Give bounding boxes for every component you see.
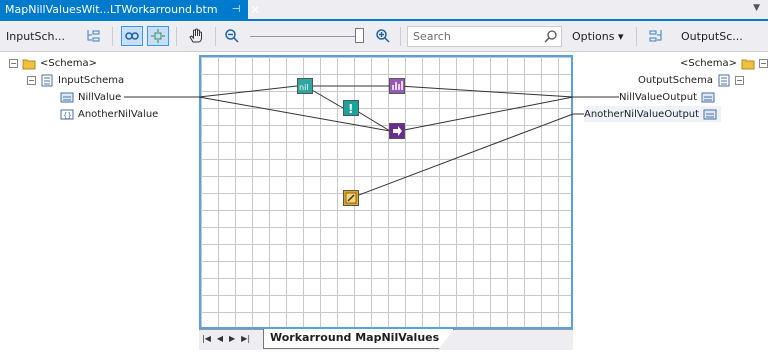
scripting-functoid-icon[interactable]: [389, 78, 405, 94]
toolbar-separator: [176, 27, 177, 46]
link-scripting-to-output: [398, 85, 574, 98]
output-schema-button[interactable]: OutputSc...: [681, 26, 743, 46]
toolbar-separator: [400, 27, 401, 46]
previous-page-icon[interactable]: ◀: [217, 334, 223, 343]
link-value-mapping-to-output: [398, 96, 574, 132]
collapse-schema-icon[interactable]: [645, 26, 667, 46]
value-mapping-functoid-icon[interactable]: [389, 123, 405, 139]
search-icon[interactable]: [544, 29, 558, 49]
link-by-structure-icon[interactable]: [121, 26, 143, 46]
xslt-script-functoid-icon[interactable]: [343, 190, 359, 206]
expand-schema-icon[interactable]: [82, 26, 104, 46]
first-page-icon[interactable]: |◀: [202, 334, 211, 343]
document-tab-title: MapNillValuesWit...LTWorkarround.btm: [5, 3, 218, 16]
auto-scroll-icon[interactable]: [147, 26, 169, 46]
pin-icon[interactable]: ⊣: [232, 4, 241, 15]
tab-list-dropdown-icon[interactable]: ▼: [753, 3, 760, 13]
mapper-surface: − <Schema> − InputSchema NillValue {} An…: [0, 52, 768, 355]
mapper-toolbar: InputSch... Search Options ▾ OutputSc...: [0, 21, 768, 52]
grid-page-tabbar: |◀ ◀ ▶ ▶| Workarround MapNilValues: [199, 329, 573, 350]
grid-page-tab[interactable]: Workarround MapNilValues: [263, 329, 455, 349]
close-icon[interactable]: ✕: [250, 3, 260, 17]
zoom-out-icon[interactable]: [221, 26, 243, 46]
pan-hand-icon[interactable]: [185, 26, 207, 46]
search-input[interactable]: Search: [407, 26, 562, 47]
document-tabstrip: MapNillValuesWit...LTWorkarround.btm ⊣ ✕…: [0, 0, 768, 21]
search-placeholder: Search: [413, 30, 451, 43]
document-tab[interactable]: MapNillValuesWit...LTWorkarround.btm ⊣ ✕: [0, 0, 260, 19]
options-dropdown[interactable]: Options ▾: [572, 26, 623, 46]
zoom-slider-thumb[interactable]: [355, 28, 364, 43]
toolbar-separator: [112, 27, 113, 46]
svg-text:!: !: [348, 102, 353, 115]
link-to-logical-functoid: [198, 85, 298, 98]
zoom-in-icon[interactable]: [372, 26, 394, 46]
next-page-icon[interactable]: ▶: [229, 334, 235, 343]
link-script-to-anotheroutput: [350, 113, 574, 199]
input-schema-button[interactable]: InputSch...: [6, 26, 65, 46]
last-page-icon[interactable]: ▶|: [241, 334, 250, 343]
toolbar-separator: [636, 27, 637, 46]
logical-nil-functoid-icon[interactable]: nil: [297, 78, 313, 94]
zoom-slider-track[interactable]: [250, 36, 360, 37]
logical-not-functoid-icon[interactable]: !: [343, 100, 359, 116]
page-navigation: |◀ ◀ ▶ ▶|: [202, 334, 250, 343]
svg-text:nil: nil: [299, 83, 309, 92]
map-links: [124, 85, 619, 199]
toolbar-separator: [215, 27, 216, 46]
